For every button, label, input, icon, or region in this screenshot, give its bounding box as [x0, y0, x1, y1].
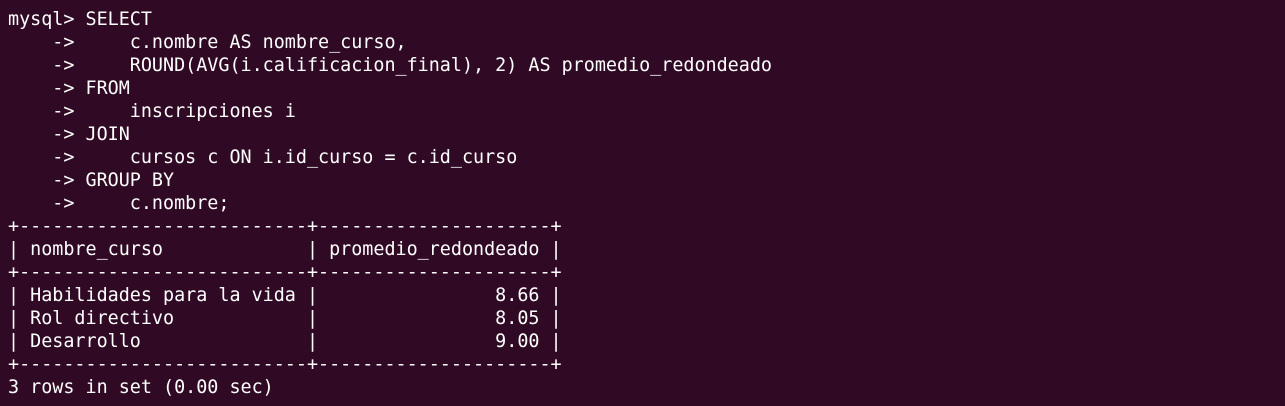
table-border: +--------------------------+------------…	[8, 354, 562, 375]
query-line: -> ROUND(AVG(i.calificacion_final), 2) A…	[8, 55, 772, 76]
terminal-output[interactable]: mysql> SELECT -> c.nombre AS nombre_curs…	[8, 8, 1278, 399]
table-border: +--------------------------+------------…	[8, 216, 562, 237]
query-line: -> cursos c ON i.id_curso = c.id_curso	[8, 147, 518, 168]
result-summary: 3 rows in set (0.00 sec)	[8, 377, 274, 398]
table-row: | Rol directivo | 8.05 |	[8, 308, 562, 329]
table-row: | Desarrollo | 9.00 |	[8, 331, 562, 352]
query-line: -> FROM	[8, 78, 130, 99]
query-line: -> GROUP BY	[8, 170, 175, 191]
prompt-line: mysql> SELECT	[8, 9, 152, 30]
query-line: -> c.nombre AS nombre_curso,	[8, 32, 407, 53]
table-header-row: | nombre_curso | promedio_redondeado |	[8, 239, 562, 260]
query-line: -> c.nombre;	[8, 193, 230, 214]
table-border: +--------------------------+------------…	[8, 262, 562, 283]
table-row: | Habilidades para la vida | 8.66 |	[8, 285, 562, 306]
query-line: -> JOIN	[8, 124, 130, 145]
query-line: -> inscripciones i	[8, 101, 296, 122]
